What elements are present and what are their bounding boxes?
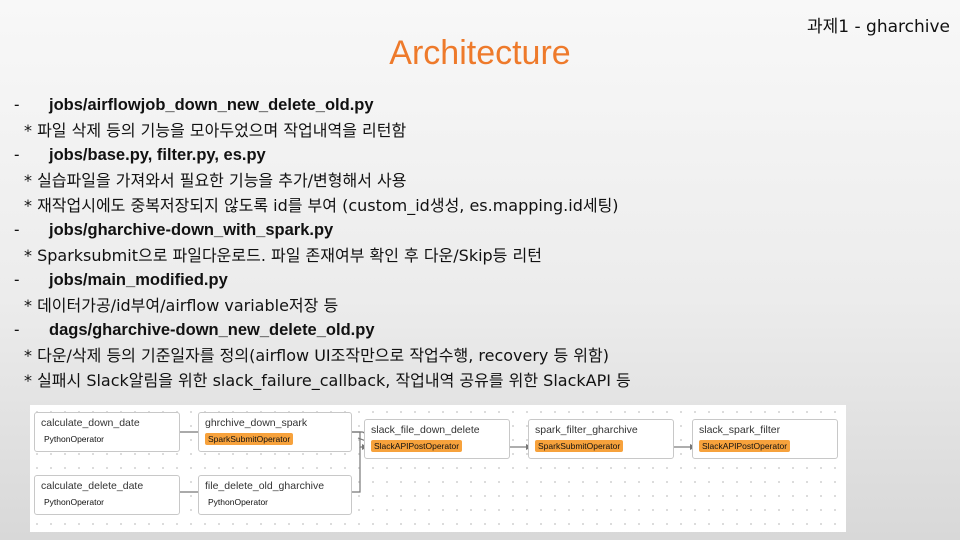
node-name: slack_spark_filter [699,424,781,436]
dag-node-slack-spark-filter[interactable]: slack_spark_filter SlackAPIPostOperator [692,419,838,459]
operator-badge: SparkSubmitOperator [535,440,624,452]
bullet-dash: - [14,96,20,114]
dag-node-file-delete-old-gharchive[interactable]: file_delete_old_gharchive PythonOperator [198,475,352,515]
job-heading: - jobs/main_modified.py [14,268,944,293]
node-name: slack_file_down_delete [371,424,480,436]
dag-node-ghrchive-down-spark[interactable]: ghrchive_down_spark SparkSubmitOperator [198,412,352,452]
job-note: * 다운/삭제 등의 기준일자를 정의(airflow UI조작만으로 작업수행… [24,346,609,365]
airflow-dag-graph: calculate_down_date PythonOperator ghrch… [30,405,846,532]
job-file: dags/gharchive-down_new_delete_old.py [49,321,375,339]
dag-node-spark-filter-gharchive[interactable]: spark_filter_gharchive SparkSubmitOperat… [528,419,674,459]
bullet-dash: - [14,321,20,339]
job-heading: - jobs/gharchive-down_with_spark.py [14,218,944,243]
dag-node-calculate-delete-date[interactable]: calculate_delete_date PythonOperator [34,475,180,515]
job-heading: - jobs/airflowjob_down_new_delete_old.py [14,93,944,118]
node-name: spark_filter_gharchive [535,424,638,436]
job-note: * 파일 삭제 등의 기능을 모아두었으며 작업내역을 리턴함 [24,121,407,140]
job-file: jobs/base.py, filter.py, es.py [49,146,266,164]
operator-badge: PythonOperator [41,433,108,445]
slide-content: - jobs/airflowjob_down_new_delete_old.py… [14,93,944,393]
operator-badge: SlackAPIPostOperator [371,440,463,452]
job-note: * Sparksubmit으로 파일다운로드. 파일 존재여부 확인 후 다운/… [24,246,542,265]
job-heading: - jobs/base.py, filter.py, es.py [14,143,944,168]
node-name: ghrchive_down_spark [205,417,308,429]
job-note: * 실패시 Slack알림을 위한 slack_failure_callback… [24,371,631,390]
edge-file-to-slack [352,447,361,493]
job-note: * 실습파일을 가져와서 필요한 기능을 추가/변형해서 사용 [24,171,407,190]
operator-badge: SparkSubmitOperator [205,433,294,445]
operator-badge: PythonOperator [41,496,108,508]
dag-node-calculate-down-date[interactable]: calculate_down_date PythonOperator [34,412,180,452]
bullet-dash: - [14,271,20,289]
job-file: jobs/airflowjob_down_new_delete_old.py [49,96,374,114]
operator-badge: PythonOperator [205,496,272,508]
job-note: * 재작업시에도 중복저장되지 않도록 id를 부여 (custom_id생성,… [24,196,619,215]
slide-title: Architecture [389,34,571,72]
bullet-dash: - [14,146,20,164]
operator-badge: SlackAPIPostOperator [699,440,791,452]
job-heading: - dags/gharchive-down_new_delete_old.py [14,318,944,343]
node-name: file_delete_old_gharchive [205,480,325,492]
job-file: jobs/gharchive-down_with_spark.py [49,221,334,239]
job-file: jobs/main_modified.py [49,271,228,289]
node-name: calculate_delete_date [41,480,144,492]
dag-node-slack-file-down-delete[interactable]: slack_file_down_delete SlackAPIPostOpera… [364,419,510,459]
node-name: calculate_down_date [41,417,140,429]
bullet-dash: - [14,221,20,239]
job-note: * 데이터가공/id부여/airflow variable저장 등 [24,296,339,315]
